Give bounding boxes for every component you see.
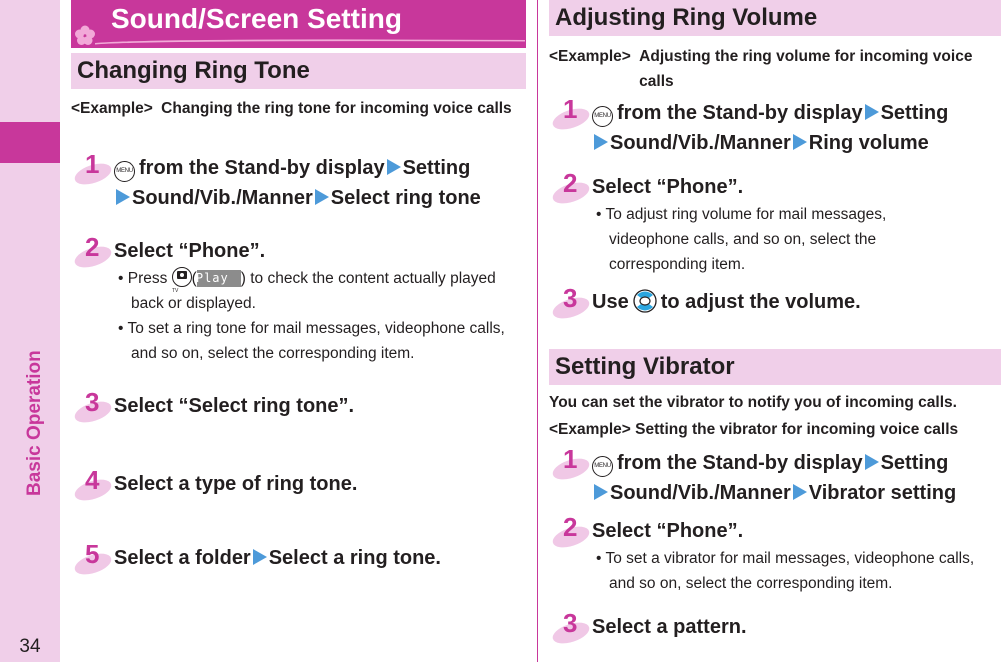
step-text: Select “Phone”.: [114, 240, 266, 262]
step-text: Select “Select ring tone”.: [114, 395, 355, 417]
step-note: • To set a ring tone for mail messages, …: [118, 320, 505, 362]
flower-icon: [75, 25, 95, 45]
step-number: 2: [550, 168, 596, 212]
chapter-tab[interactable]: [0, 122, 60, 163]
section-heading-vibrator: Setting Vibrator: [549, 349, 1001, 385]
step-number: 2: [550, 512, 596, 556]
column-divider: [537, 0, 538, 662]
side-strip: [0, 0, 60, 662]
step-text: Select “Phone”.: [592, 176, 744, 198]
example-tag: <Example>: [549, 48, 631, 65]
step-number: 2: [72, 232, 118, 276]
menu-key-icon: MENU: [592, 456, 613, 477]
step-note: • To adjust ring volume for mail message…: [596, 206, 887, 273]
chapter-title: Sound/Screen Setting: [111, 3, 402, 34]
step-number: 1: [550, 94, 596, 138]
vibrator-intro: You can set the vibrator to notify you o…: [549, 394, 957, 411]
camera-tv-key-icon: TV: [171, 267, 192, 294]
example-ring-tone: <Example> Changing the ring tone for inc…: [71, 96, 531, 121]
example-tag: <Example>: [549, 421, 631, 438]
step-text: Select a pattern.: [592, 616, 747, 638]
step-number: 1: [550, 444, 596, 488]
example-text: Adjusting the ring volume for incoming v…: [639, 48, 973, 90]
arrow-icon: [864, 454, 879, 470]
arrow-icon: [314, 189, 329, 205]
arrow-icon: [792, 484, 807, 500]
navigation-key-icon: [633, 289, 657, 313]
step-note: • Press TV (Play) to check the content ac…: [118, 266, 529, 316]
menu-key-icon: MENU: [592, 106, 613, 127]
example-text: Changing the ring tone for incoming voic…: [161, 100, 512, 117]
chapter-title-bar: Sound/Screen Setting: [71, 0, 526, 48]
section-heading-ring-tone: Changing Ring Tone: [71, 53, 526, 89]
arrow-icon: [252, 549, 267, 565]
example-tag: <Example>: [71, 100, 153, 117]
arrow-icon: [386, 159, 401, 175]
step-number: 1: [72, 149, 118, 193]
step-number: 4: [72, 465, 118, 509]
chapter-label: Basic Operation: [24, 350, 45, 496]
arrow-icon: [864, 104, 879, 120]
arrow-icon: [116, 189, 130, 205]
step-text: Select “Phone”.: [592, 520, 744, 542]
step-text: Select a type of ring tone.: [114, 473, 358, 495]
section-heading-ring-volume: Adjusting Ring Volume: [549, 0, 1001, 36]
step-number: 3: [550, 608, 596, 652]
step-number: 3: [72, 387, 118, 431]
example-text: Setting the vibrator for incoming voice …: [635, 421, 959, 438]
step-number: 5: [72, 539, 118, 583]
menu-key-icon: MENU: [114, 161, 135, 182]
example-vibrator: <Example> Setting the vibrator for incom…: [549, 417, 1001, 442]
swoosh-decoration: [95, 39, 525, 45]
step-number: 3: [550, 283, 596, 327]
arrow-icon: [792, 134, 807, 150]
page-number: 34: [19, 636, 41, 657]
play-softkey-icon: Play: [196, 270, 241, 287]
example-ring-volume: <Example> Adjusting the ring volume for …: [549, 44, 1001, 94]
arrow-icon: [594, 134, 608, 150]
arrow-icon: [594, 484, 608, 500]
step-note: • To set a vibrator for mail messages, v…: [596, 550, 975, 592]
